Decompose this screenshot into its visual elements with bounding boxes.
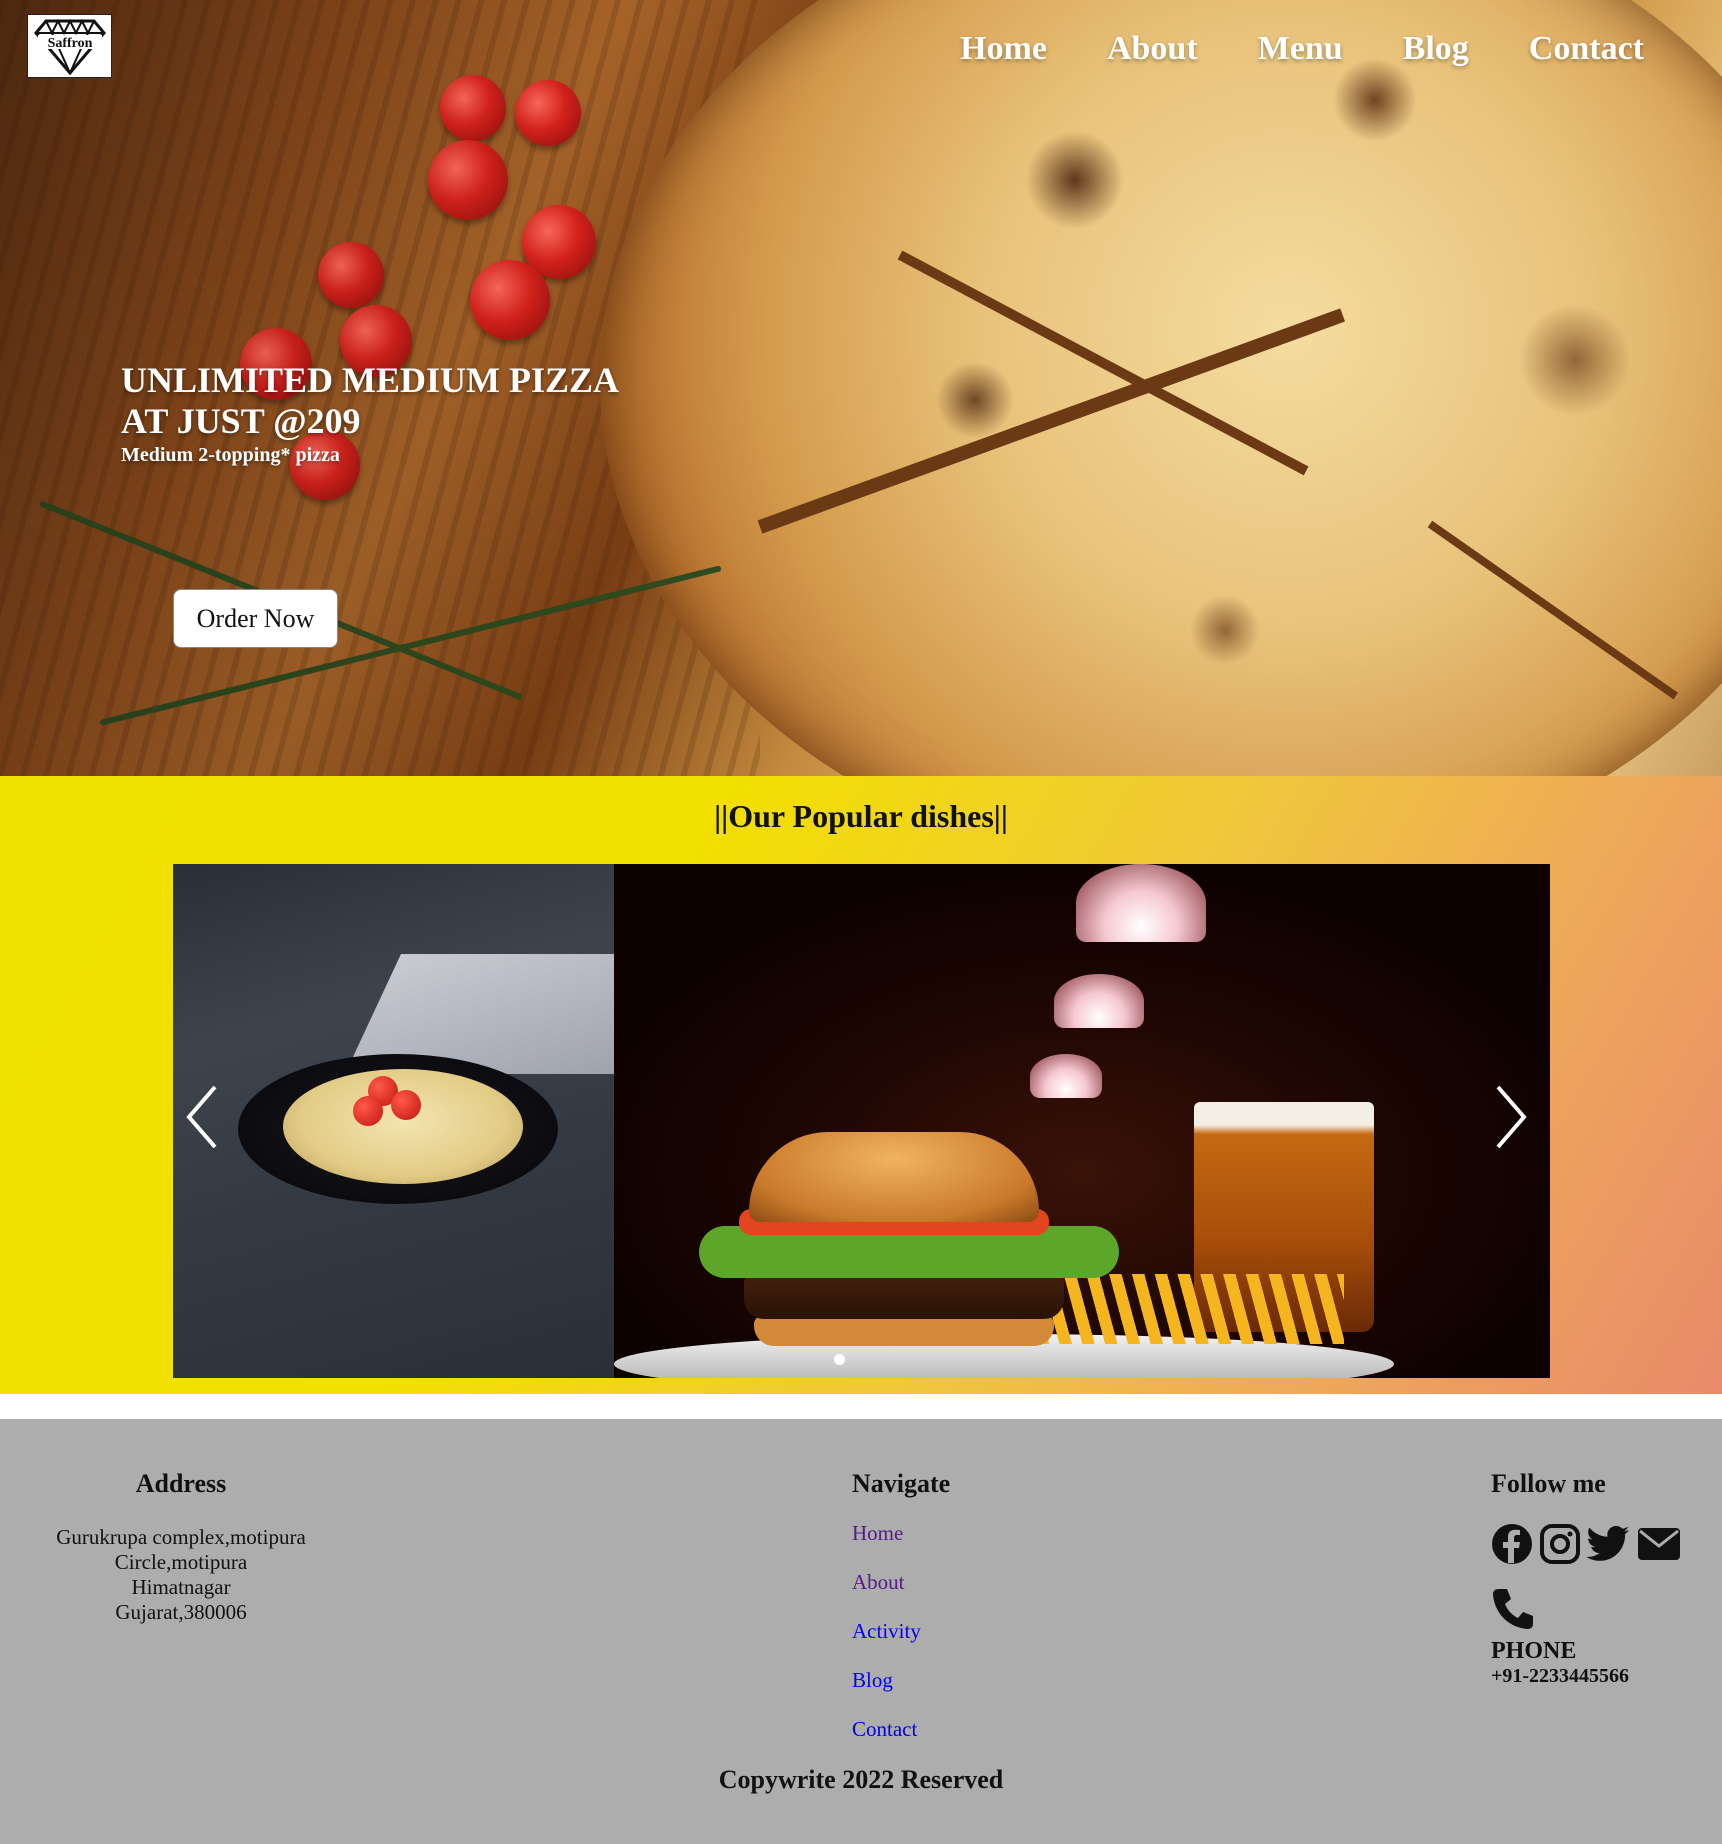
hero-title-line1: UNLIMITED MEDIUM PIZZA [121, 360, 620, 400]
instagram-icon[interactable] [1539, 1523, 1581, 1565]
carousel-prev-button[interactable] [183, 1077, 227, 1157]
footer-address: Address Gurukrupa complex,motipura Circl… [40, 1469, 322, 1625]
phone-icon [1493, 1589, 1533, 1629]
footer-nav-links: Home About Activity Blog Contact [852, 1521, 950, 1742]
burger-bun-top [749, 1132, 1039, 1222]
hero-banner: Saffron Home About Menu Blog Contact UNL… [0, 0, 1722, 776]
mail-icon[interactable] [1637, 1526, 1681, 1562]
logo-text: Saffron [47, 36, 92, 51]
footer-navigate: Navigate Home About Activity Blog Contac… [852, 1469, 950, 1766]
copyright-text: Copywrite 2022 Reserved [718, 1765, 1004, 1794]
burger-image [614, 864, 1550, 1378]
footer-follow: Follow me PHONE +91-2233445566 [1491, 1469, 1681, 1688]
phone-contact: PHONE +91-2233445566 [1491, 1587, 1681, 1688]
footer-link-about[interactable]: About [852, 1570, 950, 1595]
burger-bun-bottom [754, 1316, 1054, 1346]
address-line: Circle,motipura [114, 1550, 248, 1574]
nav-contact[interactable]: Contact [1529, 30, 1644, 68]
cherry-tomato [391, 1090, 421, 1120]
footer-link-activity[interactable]: Activity [852, 1619, 950, 1644]
pendant-lamp [1076, 864, 1206, 942]
address-line: Himatnagar [131, 1575, 231, 1599]
cherry-tomato [353, 1096, 383, 1126]
carousel-indicator-dot[interactable] [834, 1354, 845, 1365]
hero-title-line2: AT JUST @209 [121, 401, 361, 441]
main-nav: Home About Menu Blog Contact [960, 30, 1644, 68]
dishes-carousel[interactable] [173, 864, 1550, 1378]
nav-blog[interactable]: Blog [1403, 30, 1469, 68]
address-line: Gujarat,380006 [115, 1600, 247, 1624]
hero-promo: UNLIMITED MEDIUM PIZZA AT JUST @209 Medi… [121, 360, 619, 467]
pendant-lamp [1030, 1054, 1102, 1098]
hero-subtitle: Medium 2-topping* pizza [121, 444, 340, 466]
social-icons [1491, 1523, 1681, 1565]
footer-link-contact[interactable]: Contact [852, 1717, 950, 1742]
address-text: Gurukrupa complex,motipura Circle,motipu… [40, 1525, 322, 1625]
phone-number: +91-2233445566 [1491, 1665, 1630, 1687]
diamond-icon: Saffron [33, 18, 106, 75]
chevron-right-icon [1496, 1085, 1527, 1149]
section-title: ||Our Popular dishes|| [714, 798, 1008, 834]
pasta-image [173, 864, 681, 1378]
facebook-icon[interactable] [1491, 1523, 1533, 1565]
order-now-button[interactable]: Order Now [173, 589, 338, 648]
follow-title: Follow me [1491, 1469, 1606, 1498]
logo[interactable]: Saffron [27, 14, 112, 78]
pendant-lamp [1054, 974, 1144, 1028]
phone-label: PHONE [1491, 1638, 1577, 1664]
twitter-icon[interactable] [1587, 1524, 1631, 1564]
site-footer: Address Gurukrupa complex,motipura Circl… [0, 1419, 1722, 1844]
carousel-next-button[interactable] [1486, 1077, 1530, 1157]
nav-menu[interactable]: Menu [1258, 30, 1343, 68]
nav-home[interactable]: Home [960, 30, 1047, 68]
navigate-title: Navigate [852, 1469, 951, 1498]
address-line: Gurukrupa complex,motipura [56, 1525, 306, 1549]
nav-about[interactable]: About [1107, 30, 1198, 68]
footer-link-home[interactable]: Home [852, 1521, 950, 1546]
chevron-left-icon [186, 1085, 217, 1149]
address-title: Address [135, 1469, 227, 1498]
footer-link-blog[interactable]: Blog [852, 1668, 950, 1693]
popular-dishes-section: ||Our Popular dishes|| [0, 776, 1722, 1394]
pasta-food [283, 1069, 523, 1184]
